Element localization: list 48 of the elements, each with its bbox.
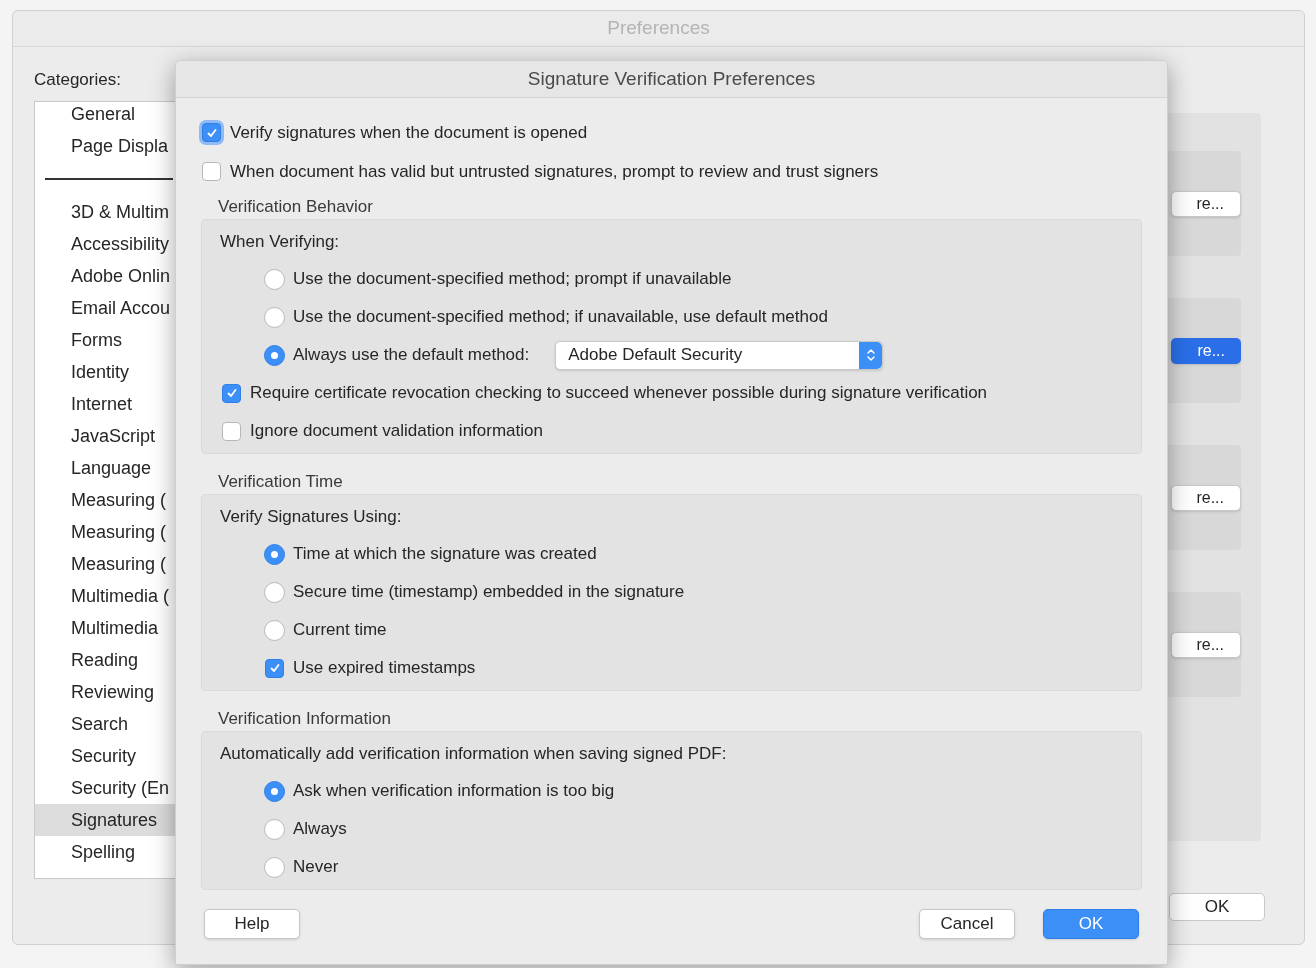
- group-subheading: When Verifying:: [220, 230, 340, 253]
- more-button[interactable]: re...: [1171, 631, 1241, 658]
- dialog-button[interactable]: Cancel: [919, 909, 1015, 939]
- radio-button[interactable]: [264, 619, 285, 641]
- radio-button[interactable]: [264, 856, 285, 878]
- choice-label: Secure time (timestamp) embedded in the signature: [293, 581, 685, 604]
- choice-label: Time at which the signature was created: [293, 543, 597, 566]
- more-button[interactable]: re...: [1171, 484, 1241, 511]
- checkbox[interactable]: [265, 658, 284, 678]
- categories-label: Categories:: [34, 69, 122, 91]
- choice-label: Never: [293, 856, 339, 879]
- radio-button[interactable]: [264, 543, 285, 565]
- option-label: When document has valid but untrusted signatures, prompt to review and trust signers: [230, 160, 879, 183]
- dialog-button[interactable]: Help: [204, 909, 300, 939]
- radio-button[interactable]: [264, 581, 285, 603]
- choice-label: Always: [293, 818, 347, 841]
- checkmark-icon: [225, 387, 238, 399]
- section-heading: Verification Information: [217, 708, 392, 730]
- section-heading: Verification Time: [217, 471, 344, 493]
- choice-label: Use expired timestamps: [293, 657, 476, 680]
- more-button[interactable]: re...: [1171, 190, 1241, 217]
- more-button[interactable]: re...: [1171, 337, 1241, 364]
- choice-label: Ask when verification information is too big: [293, 780, 615, 803]
- ok-button[interactable]: OK: [1169, 893, 1265, 921]
- option-label: Require certificate revocation checking to succeed whenever possible during signature verification: [250, 382, 988, 405]
- section-heading: Verification Behavior: [217, 196, 374, 218]
- method-dropdown[interactable]: Adobe Default Security: [555, 340, 884, 370]
- choice-label: Always use the default method:: [293, 344, 530, 367]
- radio-button[interactable]: [264, 818, 285, 840]
- option-label: Verify signatures when the document is opened: [230, 121, 588, 144]
- stepper-arrows-icon: [865, 347, 876, 363]
- checkbox[interactable]: [202, 162, 221, 181]
- checkbox[interactable]: [222, 383, 241, 403]
- radio-button[interactable]: [264, 344, 285, 366]
- checkmark-icon: [205, 126, 218, 139]
- checkbox[interactable]: [202, 123, 221, 142]
- choice-label: Use the document-specified method; prompt if unavailable: [293, 268, 732, 291]
- checkmark-icon: [268, 662, 281, 674]
- option-label: Ignore document validation information: [250, 420, 543, 443]
- checkbox[interactable]: [222, 421, 241, 441]
- radio-button[interactable]: [264, 306, 285, 328]
- dialog-title: Signature Verification Preferences: [527, 66, 816, 91]
- radio-button[interactable]: [264, 268, 285, 290]
- group-subheading: Automatically add verification information when saving signed PDF:: [220, 742, 727, 765]
- group-subheading: Verify Signatures Using:: [220, 505, 402, 528]
- radio-button[interactable]: [264, 780, 285, 802]
- choice-label: Current time: [293, 619, 387, 642]
- choice-label: Use the document-specified method; if unavailable, use default method: [293, 306, 828, 329]
